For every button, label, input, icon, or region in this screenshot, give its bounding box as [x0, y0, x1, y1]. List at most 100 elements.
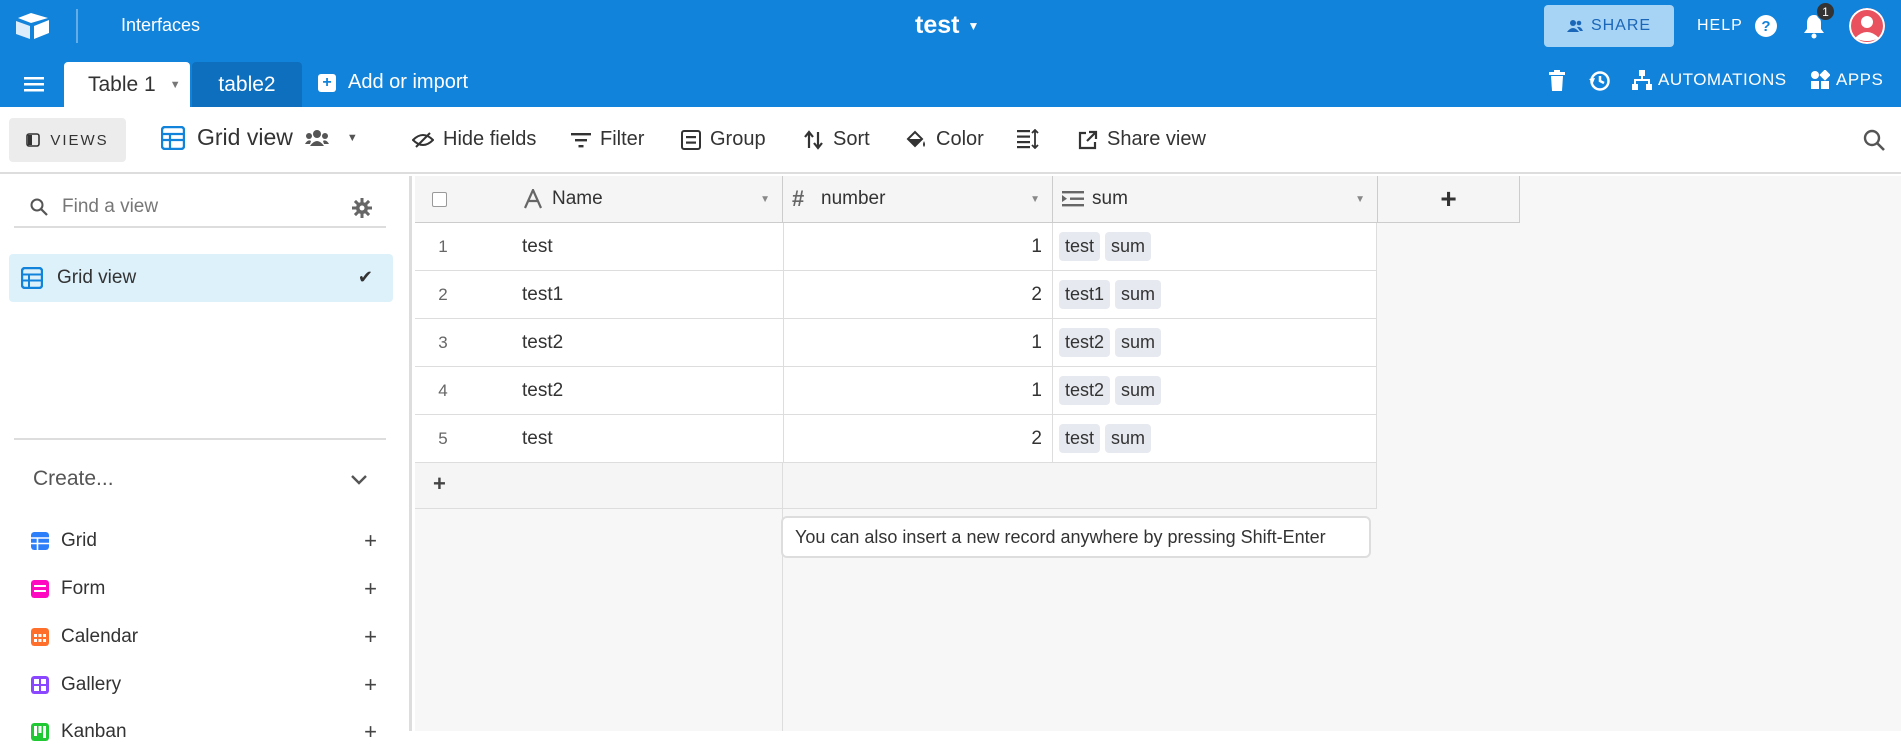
- current-view-selector[interactable]: Grid view ▼: [161, 124, 358, 151]
- search-icon[interactable]: [1863, 129, 1885, 151]
- create-type-label: Kanban: [61, 721, 127, 742]
- tab-table2[interactable]: table2: [192, 62, 302, 107]
- chevron-down-icon[interactable]: ▼: [170, 79, 181, 91]
- column-header-number[interactable]: # number ▼: [783, 176, 1053, 223]
- sum-cell[interactable]: test sum: [1052, 415, 1377, 462]
- history-icon[interactable]: [1589, 70, 1611, 92]
- apps-label: APPS: [1836, 70, 1884, 89]
- column-header-name[interactable]: Name ▼: [415, 176, 783, 223]
- column-title: number: [821, 188, 886, 209]
- chevron-down-icon[interactable]: ▼: [760, 194, 770, 205]
- number-cell[interactable]: 1: [783, 319, 1052, 366]
- plus-icon[interactable]: +: [364, 528, 377, 554]
- automations-button[interactable]: AUTOMATIONS: [1632, 70, 1787, 90]
- chevron-down-icon[interactable]: ▼: [1030, 194, 1040, 205]
- sum-chip: sum: [1105, 424, 1152, 453]
- plus-icon: +: [1440, 183, 1457, 214]
- add-row-divider: [782, 463, 783, 509]
- select-all-checkbox[interactable]: [432, 191, 447, 207]
- views-toggle-button[interactable]: VIEWS: [9, 118, 126, 162]
- shift-enter-tooltip: You can also insert a new record anywher…: [781, 516, 1371, 558]
- table-row[interactable]: 4 test2 1 test2 sum: [415, 367, 1377, 415]
- filter-button[interactable]: Filter: [571, 128, 644, 151]
- sidebar-view-grid-view[interactable]: Grid view ✔: [9, 254, 393, 302]
- interfaces-link[interactable]: Interfaces: [121, 15, 200, 36]
- row-number: 4: [438, 380, 448, 400]
- number-cell[interactable]: 2: [783, 415, 1052, 462]
- share-label: SHARE: [1590, 17, 1652, 34]
- create-grid-view[interactable]: Grid +: [31, 527, 377, 555]
- create-calendar-view[interactable]: Calendar +: [31, 623, 377, 651]
- create-view-heading[interactable]: Create...: [33, 467, 114, 491]
- group-label: Group: [710, 128, 766, 150]
- collaborators-icon: [304, 129, 329, 146]
- tab-table-1[interactable]: Table 1 ▼: [64, 62, 190, 107]
- plus-icon[interactable]: +: [433, 471, 446, 497]
- sum-chip: test: [1059, 232, 1101, 261]
- sidebar-divider: [14, 438, 386, 440]
- tab-label: Table 1: [88, 72, 156, 96]
- name-cell[interactable]: test: [522, 223, 722, 270]
- sum-chip: test: [1059, 424, 1101, 453]
- sort-label: Sort: [833, 128, 870, 150]
- apps-icon: [1811, 70, 1830, 89]
- sum-cell[interactable]: test1 sum: [1052, 271, 1377, 318]
- grid-icon: [21, 267, 43, 289]
- number-cell[interactable]: 1: [783, 223, 1052, 270]
- sum-cell[interactable]: test2 sum: [1052, 367, 1377, 414]
- svg-text:?: ?: [1761, 18, 1770, 35]
- apps-button[interactable]: APPS: [1810, 70, 1883, 90]
- group-button[interactable]: Group: [681, 128, 766, 151]
- sum-chip: sum: [1105, 232, 1152, 261]
- table-row[interactable]: 2 test1 2 test1 sum: [415, 271, 1377, 319]
- column-header-sum[interactable]: sum ▼: [1053, 176, 1378, 223]
- airtable-logo-icon[interactable]: [14, 11, 52, 41]
- sum-cell[interactable]: test2 sum: [1052, 319, 1377, 366]
- kanban-icon: [31, 723, 49, 741]
- table-row[interactable]: 3 test2 1 test2 sum: [415, 319, 1377, 367]
- table-row[interactable]: 5 test 2 test sum: [415, 415, 1377, 463]
- sort-button[interactable]: Sort: [804, 128, 870, 151]
- help-link[interactable]: HELP: [1697, 17, 1743, 35]
- find-view-input[interactable]: [62, 196, 322, 218]
- name-cell[interactable]: test2: [522, 319, 722, 366]
- create-kanban-view[interactable]: Kanban +: [31, 718, 377, 746]
- paint-bucket-icon: [906, 130, 925, 147]
- add-field-button[interactable]: +: [1378, 176, 1520, 223]
- sum-cell[interactable]: test sum: [1052, 223, 1377, 270]
- plus-icon: +: [318, 73, 336, 92]
- create-form-view[interactable]: Form +: [31, 575, 377, 603]
- chevron-down-icon[interactable]: [350, 470, 368, 488]
- trash-icon[interactable]: [1548, 70, 1566, 92]
- table-row[interactable]: 1 test 1 test sum: [415, 223, 1377, 271]
- hide-fields-button[interactable]: Hide fields: [412, 128, 536, 151]
- help-icon[interactable]: ?: [1754, 14, 1778, 38]
- plus-icon[interactable]: +: [364, 672, 377, 698]
- chevron-down-icon[interactable]: ▼: [1355, 194, 1365, 205]
- hamburger-menu-icon[interactable]: [24, 76, 44, 92]
- plus-icon[interactable]: +: [364, 576, 377, 602]
- create-gallery-view[interactable]: Gallery +: [31, 671, 377, 699]
- share-view-button[interactable]: Share view: [1078, 128, 1206, 151]
- name-cell[interactable]: test2: [522, 367, 722, 414]
- base-title[interactable]: test ▼: [915, 11, 979, 40]
- color-button[interactable]: Color: [905, 128, 984, 151]
- name-cell[interactable]: test1: [522, 271, 722, 318]
- plus-icon[interactable]: +: [364, 624, 377, 650]
- avatar[interactable]: [1849, 8, 1885, 44]
- add-record-row[interactable]: +: [415, 463, 1377, 509]
- plus-icon[interactable]: +: [364, 719, 377, 745]
- external-link-icon: [1078, 130, 1098, 149]
- share-button[interactable]: SHARE: [1544, 5, 1674, 47]
- search-icon: [30, 198, 48, 216]
- sum-chip: sum: [1115, 376, 1162, 405]
- add-or-import-button[interactable]: + Add or import: [318, 71, 468, 94]
- gear-icon[interactable]: [352, 198, 372, 218]
- hash-icon: #: [792, 186, 805, 211]
- row-height-icon[interactable]: [1017, 129, 1039, 149]
- top-bar-separator: [76, 9, 78, 43]
- name-cell[interactable]: test: [522, 415, 722, 462]
- number-cell[interactable]: 2: [783, 271, 1052, 318]
- sum-chip: test1: [1059, 280, 1111, 309]
- number-cell[interactable]: 1: [783, 367, 1052, 414]
